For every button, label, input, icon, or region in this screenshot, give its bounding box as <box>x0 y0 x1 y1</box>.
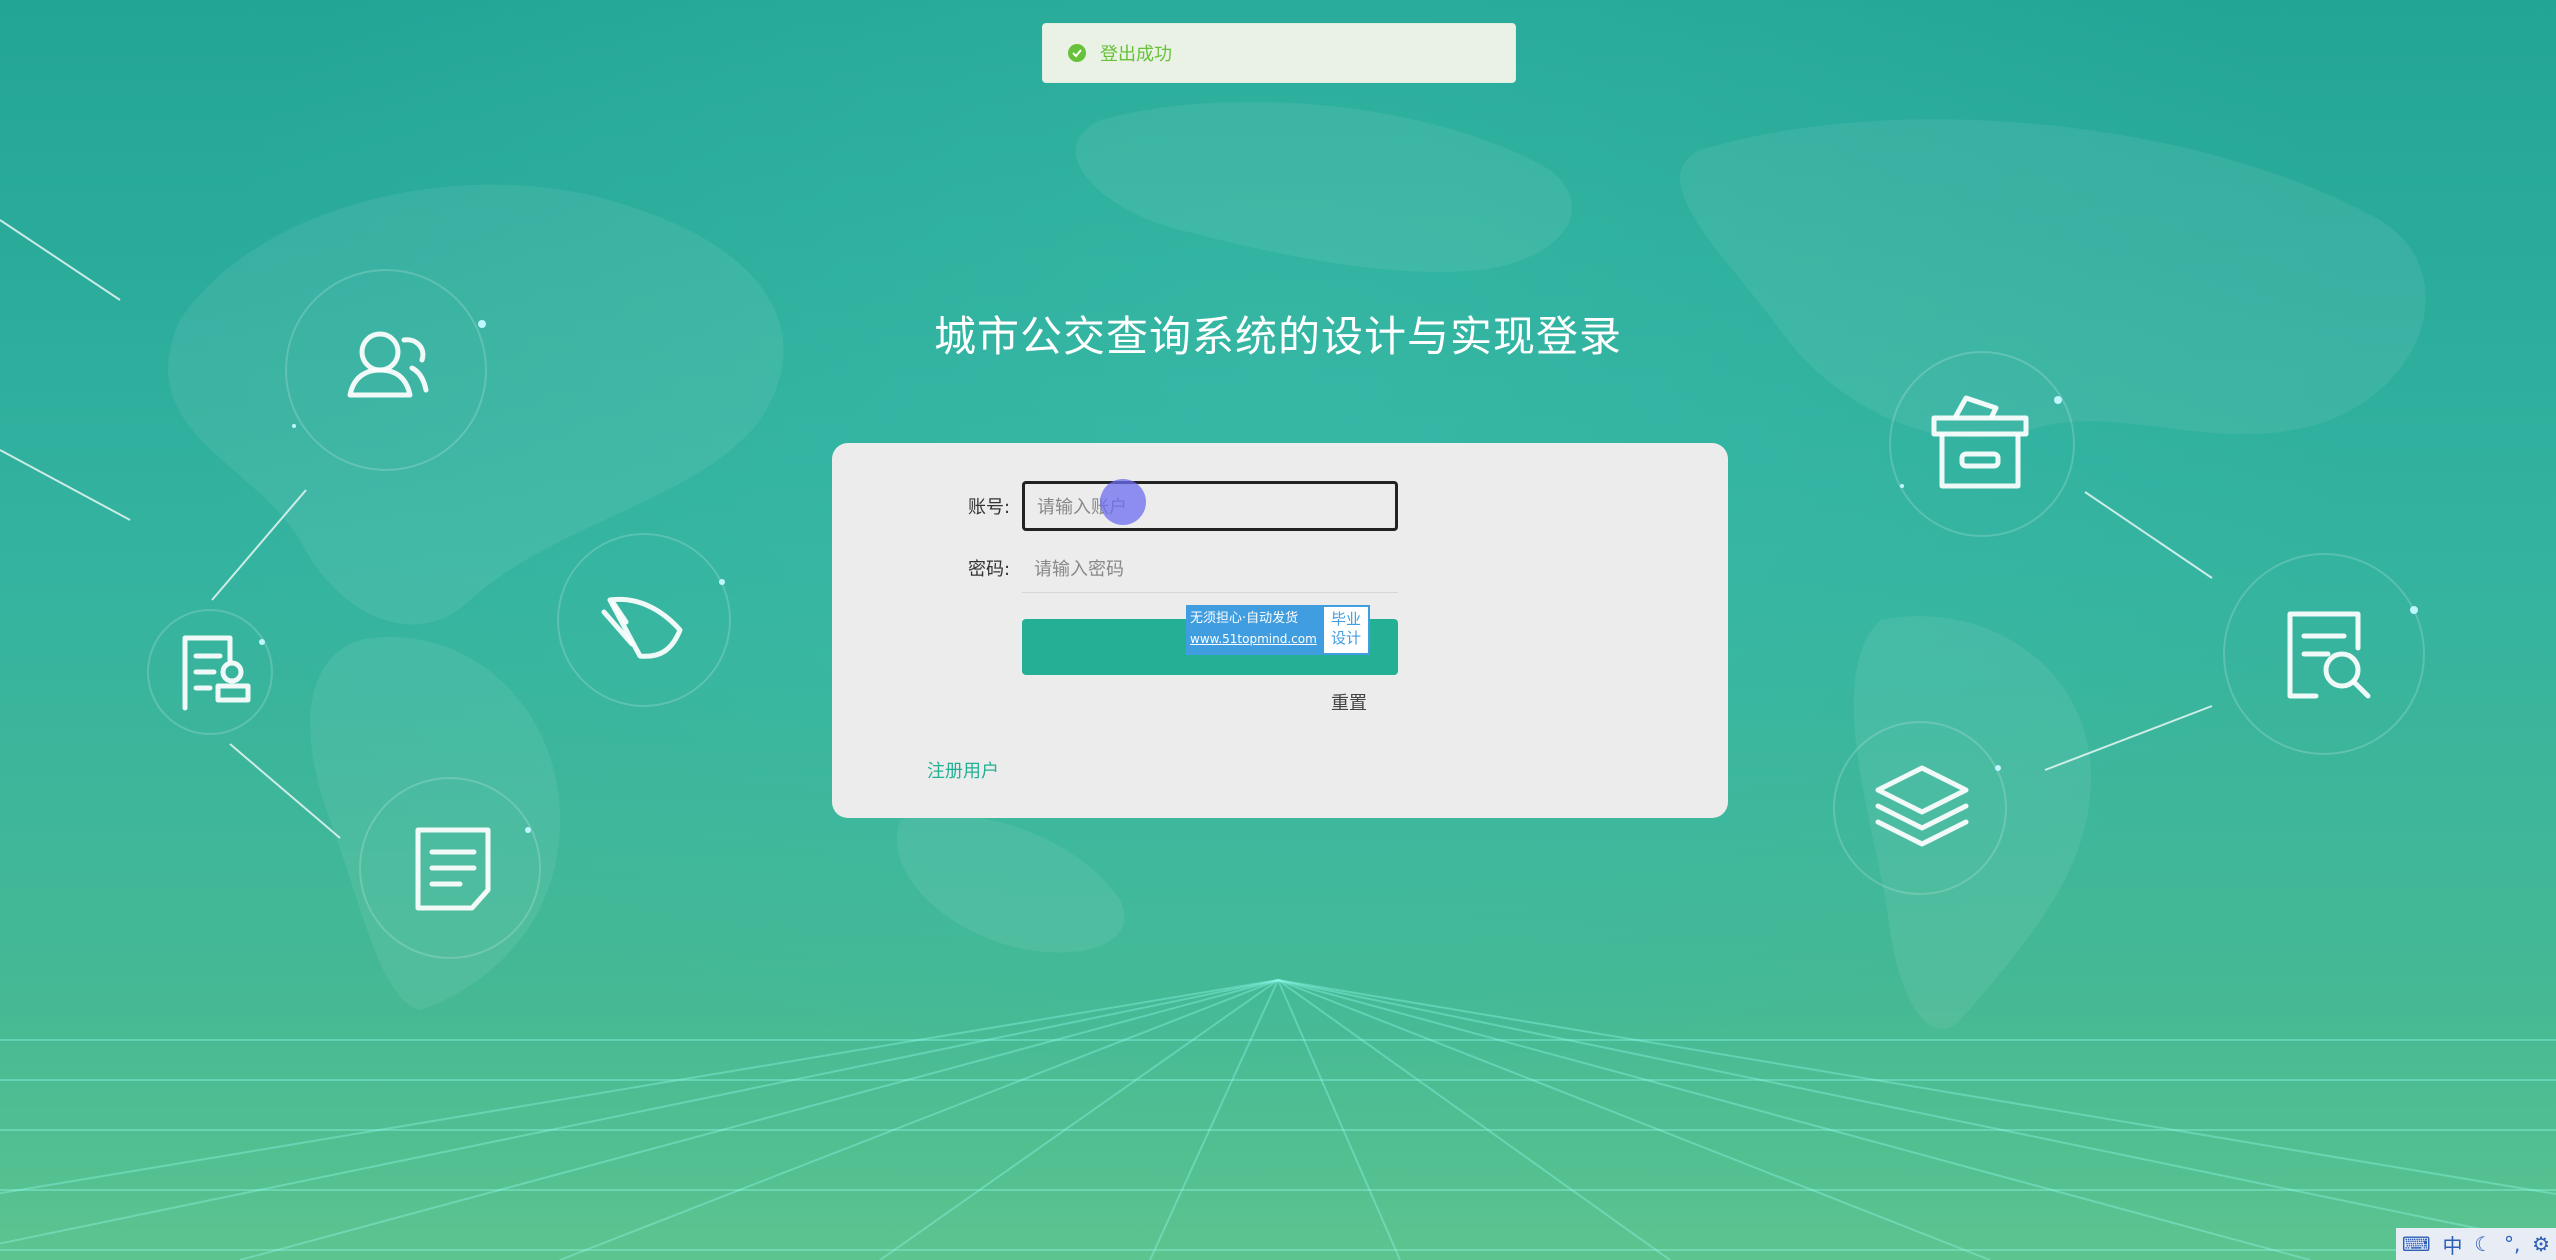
password-label: 密码: <box>968 559 1011 580</box>
account-input[interactable]: 请输入账户 <box>1022 481 1398 531</box>
toast-notification: 登出成功 <box>1042 23 1516 83</box>
watermark-banner[interactable]: 无须担心·自动发货 www.51topmind.com 毕业设计 <box>1186 605 1370 655</box>
watermark-line1: 无须担心·自动发货 <box>1190 611 1299 626</box>
watermark-badge: 毕业设计 <box>1324 607 1368 653</box>
mouse-cursor-indicator <box>1100 479 1146 525</box>
page-title: 城市公交查询系统的设计与实现登录 <box>933 312 1622 361</box>
watermark-url: www.51topmind.com <box>1190 632 1317 646</box>
reset-button[interactable]: 重置 <box>1331 689 1367 715</box>
gear-icon[interactable]: ⚙ <box>2532 1232 2550 1256</box>
ime-language-toggle[interactable]: 中 <box>2443 1230 2463 1259</box>
account-label: 账号: <box>968 497 1011 518</box>
punctuation-icon[interactable]: °, <box>2504 1232 2520 1256</box>
ime-toolbar: ⌨ 中 ☾ °, ⚙ <box>2396 1228 2556 1260</box>
toast-message: 登出成功 <box>1100 44 1172 65</box>
moon-icon[interactable]: ☾ <box>2474 1232 2492 1256</box>
certificate-icon <box>182 635 251 711</box>
search-document-icon <box>2287 611 2371 699</box>
watermark-text: 无须担心·自动发货 www.51topmind.com <box>1186 605 1322 655</box>
password-input[interactable]: 请输入密码 <box>1022 543 1398 593</box>
feather-paper-icon <box>601 596 683 659</box>
register-link[interactable]: 注册用户 <box>927 757 999 783</box>
password-placeholder: 请输入密码 <box>1034 558 1124 580</box>
check-circle-icon <box>1068 44 1086 62</box>
keyboard-icon[interactable]: ⌨ <box>2402 1232 2431 1256</box>
login-card: 账号: 请输入账户 密码: 请输入密码 无须担心·自动发货 www.51topm… <box>832 443 1728 818</box>
grid-floor <box>0 979 2556 1260</box>
